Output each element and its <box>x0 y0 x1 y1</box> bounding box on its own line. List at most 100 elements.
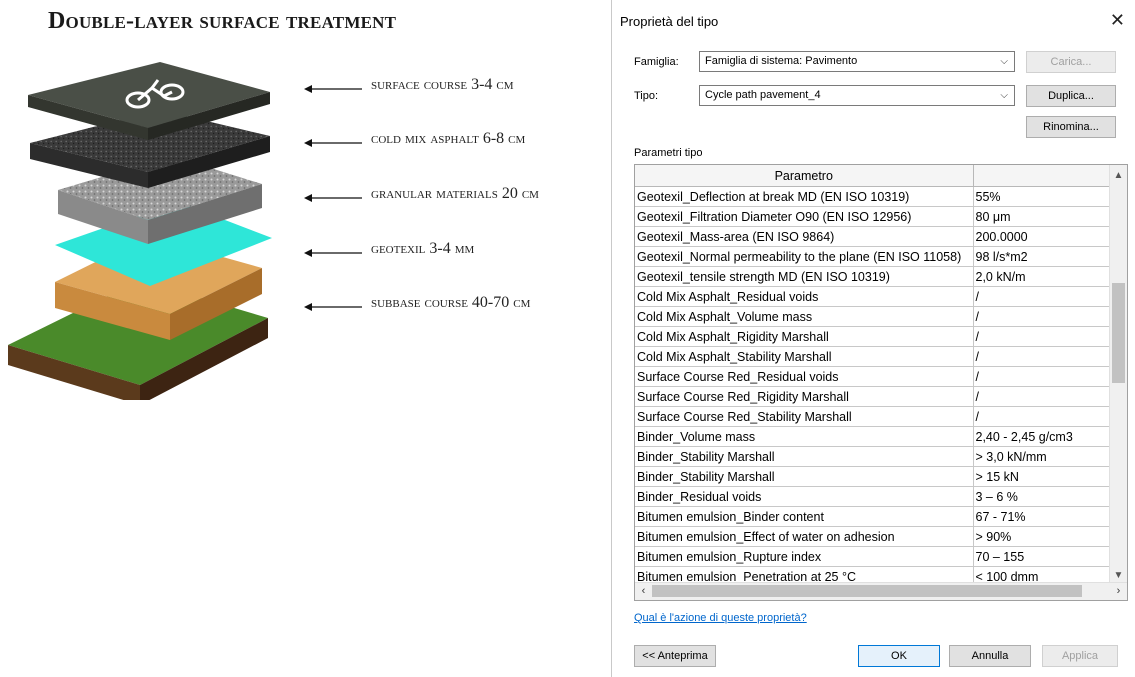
table-row[interactable]: Bitumen emulsion_Effect of water on adhe… <box>635 526 1112 547</box>
param-name: Surface Course Red_Rigidity Marshall <box>635 386 974 407</box>
param-name: Binder_Stability Marshall <box>635 466 974 487</box>
param-value[interactable]: 2,0 kN/m <box>973 266 1112 287</box>
table-row[interactable]: Binder_Volume mass 2,40 - 2,45 g/cm3 <box>635 426 1112 447</box>
cancel-button[interactable]: Annulla <box>949 645 1031 667</box>
param-value[interactable]: / <box>973 346 1112 367</box>
arrow-left-icon <box>304 85 362 93</box>
horizontal-scrollbar[interactable]: ‹ › <box>635 582 1127 600</box>
table-row[interactable]: Surface Course Red_Rigidity Marshall / <box>635 386 1112 407</box>
header-parameter[interactable]: Parametro <box>635 165 974 187</box>
table-row[interactable]: Binder_Stability Marshall > 3,0 kN/mm <box>635 446 1112 467</box>
table-row[interactable]: Geotexil_Deflection at break MD (EN ISO … <box>635 186 1112 207</box>
param-name: Bitumen emulsion_Binder content <box>635 506 974 527</box>
param-value[interactable]: / <box>973 326 1112 347</box>
type-select-value: Cycle path pavement_4 <box>705 89 821 101</box>
param-value[interactable]: 98 l/s*m2 <box>973 246 1112 267</box>
param-value[interactable]: 70 – 155 <box>973 546 1112 567</box>
table-row[interactable]: Binder_Stability Marshall > 15 kN <box>635 466 1112 487</box>
param-name: Cold Mix Asphalt_Residual voids <box>635 286 974 307</box>
grid-header-row: Parametro <box>635 165 1112 187</box>
param-value[interactable]: 200.0000 <box>973 226 1112 247</box>
param-name: Cold Mix Asphalt_Stability Marshall <box>635 346 974 367</box>
vertical-scrollbar[interactable]: ▲ ▼ <box>1109 165 1127 584</box>
vertical-scroll-thumb[interactable] <box>1112 283 1125 383</box>
param-value[interactable]: / <box>973 386 1112 407</box>
type-select[interactable]: Cycle path pavement_4 ⌵ <box>699 85 1015 106</box>
family-label: Famiglia: <box>634 56 679 68</box>
param-value[interactable]: / <box>973 406 1112 427</box>
param-name: Bitumen emulsion_Rupture index <box>635 546 974 567</box>
param-value[interactable]: > 15 kN <box>973 466 1112 487</box>
table-row[interactable]: Bitumen emulsion_Rupture index 70 – 155 <box>635 546 1112 567</box>
preview-button[interactable]: << Anteprima <box>634 645 716 667</box>
table-row[interactable]: Surface Course Red_Stability Marshall / <box>635 406 1112 427</box>
table-row[interactable]: Binder_Residual voids 3 – 6 % <box>635 486 1112 507</box>
param-value[interactable]: 67 - 71% <box>973 506 1112 527</box>
param-name: Binder_Volume mass <box>635 426 974 447</box>
param-value[interactable]: > 3,0 kN/mm <box>973 446 1112 467</box>
table-row[interactable]: Cold Mix Asphalt_Volume mass / <box>635 306 1112 327</box>
table-row[interactable]: Bitumen emulsion_Binder content 67 - 71% <box>635 506 1112 527</box>
header-value[interactable] <box>973 165 1112 187</box>
param-name: Surface Course Red_Residual voids <box>635 366 974 387</box>
param-name: Binder_Residual voids <box>635 486 974 507</box>
pavement-layers-illustration <box>8 62 272 400</box>
param-value[interactable]: / <box>973 286 1112 307</box>
param-name: Binder_Stability Marshall <box>635 446 974 467</box>
table-row[interactable]: Geotexil_Mass-area (EN ISO 9864) 200.0000 <box>635 226 1112 247</box>
param-value[interactable]: 55% <box>973 186 1112 207</box>
param-name: Cold Mix Asphalt_Rigidity Marshall <box>635 326 974 347</box>
chevron-down-icon: ⌵ <box>1000 56 1008 67</box>
layer-label-granular: granular materials 20 cm <box>371 185 539 202</box>
chevron-right-icon[interactable]: › <box>1110 583 1127 600</box>
param-name: Geotexil_Normal permeability to the plan… <box>635 246 974 267</box>
arrow-left-icon <box>304 303 362 311</box>
param-value[interactable]: / <box>973 366 1112 387</box>
arrow-left-icon <box>304 139 362 147</box>
ok-button[interactable]: OK <box>858 645 940 667</box>
load-button[interactable]: Carica... <box>1026 51 1116 73</box>
parameters-table: Parametro Geotexil_Deflection at break M… <box>635 165 1112 587</box>
layer-label-geotexil: geotexil 3-4 mm <box>371 240 475 257</box>
table-row[interactable]: Surface Course Red_Residual voids / <box>635 366 1112 387</box>
table-row[interactable]: Cold Mix Asphalt_Residual voids / <box>635 286 1112 307</box>
param-value[interactable]: > 90% <box>973 526 1112 547</box>
arrow-left-icon <box>304 249 362 257</box>
family-select-value: Famiglia di sistema: Pavimento <box>705 55 858 67</box>
type-properties-dialog: Proprietà del tipo ✕ Famiglia: Famiglia … <box>611 0 1135 677</box>
param-name: Geotexil_tensile strength MD (EN ISO 103… <box>635 266 974 287</box>
layer-label-cold-mix: cold mix asphalt 6-8 cm <box>371 130 526 147</box>
type-label: Tipo: <box>634 90 659 102</box>
layer-label-surface: surface course 3-4 cm <box>371 76 514 93</box>
param-value[interactable]: 3 – 6 % <box>973 486 1112 507</box>
arrow-left-icon <box>304 194 362 202</box>
param-name: Geotexil_Filtration Diameter O90 (EN ISO… <box>635 206 974 227</box>
table-row[interactable]: Cold Mix Asphalt_Stability Marshall / <box>635 346 1112 367</box>
dialog-title: Proprietà del tipo <box>620 14 719 29</box>
help-link[interactable]: Qual è l'azione di queste proprietà? <box>634 612 807 624</box>
illustration-title: Double-layer surface treatment <box>48 8 397 34</box>
param-name: Geotexil_Deflection at break MD (EN ISO … <box>635 186 974 207</box>
param-value[interactable]: 80 μm <box>973 206 1112 227</box>
table-row[interactable]: Cold Mix Asphalt_Rigidity Marshall / <box>635 326 1112 347</box>
param-value[interactable]: 2,40 - 2,45 g/cm3 <box>973 426 1112 447</box>
apply-button[interactable]: Applica <box>1042 645 1118 667</box>
param-name: Bitumen emulsion_Effect of water on adhe… <box>635 526 974 547</box>
table-row[interactable]: Geotexil_tensile strength MD (EN ISO 103… <box>635 266 1112 287</box>
family-select[interactable]: Famiglia di sistema: Pavimento ⌵ <box>699 51 1015 72</box>
type-parameters-label: Parametri tipo <box>634 147 703 159</box>
layer-label-subbase: subbase course 40-70 cm <box>371 294 531 311</box>
parameters-grid[interactable]: Parametro Geotexil_Deflection at break M… <box>634 164 1128 601</box>
chevron-left-icon[interactable]: ‹ <box>635 583 652 600</box>
param-name: Surface Course Red_Stability Marshall <box>635 406 974 427</box>
rename-button[interactable]: Rinomina... <box>1026 116 1116 138</box>
param-name: Geotexil_Mass-area (EN ISO 9864) <box>635 226 974 247</box>
close-icon[interactable]: ✕ <box>1110 10 1125 31</box>
table-row[interactable]: Geotexil_Normal permeability to the plan… <box>635 246 1112 267</box>
table-row[interactable]: Geotexil_Filtration Diameter O90 (EN ISO… <box>635 206 1112 227</box>
duplicate-button[interactable]: Duplica... <box>1026 85 1116 107</box>
chevron-up-icon[interactable]: ▲ <box>1110 167 1127 184</box>
param-value[interactable]: / <box>973 306 1112 327</box>
chevron-down-icon: ⌵ <box>1000 90 1008 101</box>
horizontal-scroll-thumb[interactable] <box>652 585 1082 597</box>
